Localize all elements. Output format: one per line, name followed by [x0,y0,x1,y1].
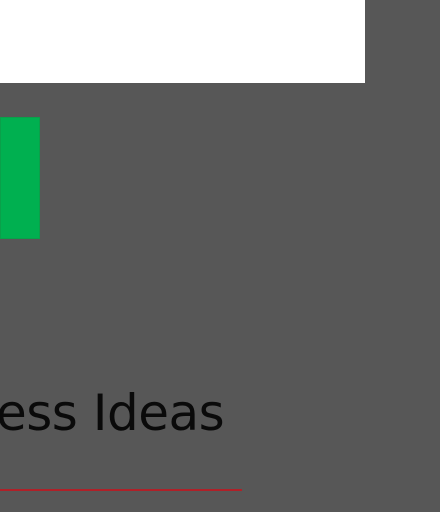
green-shape [0,117,40,239]
title-underline [0,489,242,491]
slide-title: ess Ideas [0,384,225,442]
white-text-panel [0,0,365,83]
